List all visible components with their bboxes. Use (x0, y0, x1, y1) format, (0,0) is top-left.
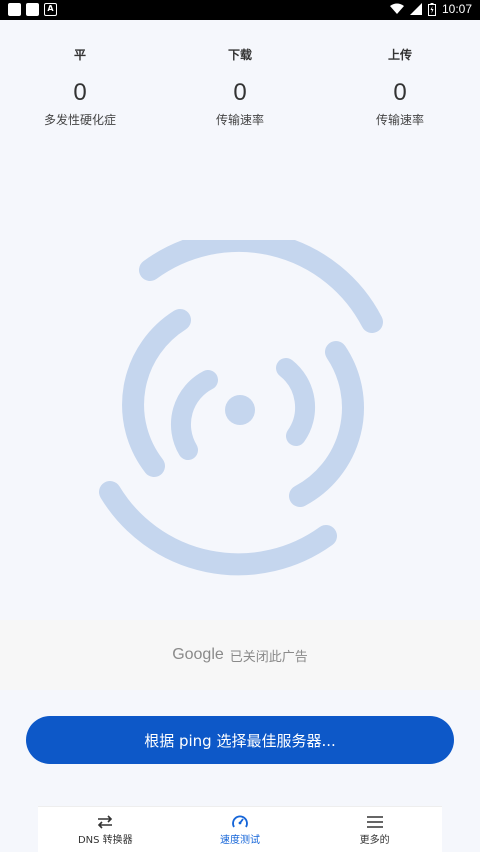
clock: 10:07 (441, 2, 472, 16)
speedometer-icon (232, 815, 248, 828)
a-icon: A (44, 3, 57, 16)
wifi-icon (389, 3, 404, 14)
signal-graphic (99, 240, 383, 576)
stat-value: 0 (233, 79, 247, 106)
signal-center-dot (225, 395, 255, 425)
ad-closed-text: 已关闭此广告 (229, 649, 308, 665)
bottom-navigation: DNS 转换器 速度测试 更多的 (38, 806, 442, 852)
nav-item-more[interactable]: 更多的 (307, 807, 442, 852)
nav-label: 速度测试 (220, 835, 260, 846)
menu-icon (366, 816, 383, 828)
battery-icon (427, 2, 436, 16)
notification-icons: A (8, 3, 57, 16)
select-best-server-button[interactable]: 根据 ping 选择最佳服务器... (26, 716, 454, 764)
notification-icon (8, 3, 21, 16)
stat-download: 下载 0 传输速率 (160, 20, 320, 160)
stat-title: 上传 (387, 48, 412, 62)
nav-label: DNS 转换器 (77, 835, 133, 846)
status-bar: A 10:07 (0, 0, 480, 20)
swap-icon (98, 815, 113, 829)
stat-subtitle: 传输速率 (375, 113, 424, 127)
signal-icon (409, 3, 422, 15)
stat-subtitle: 传输速率 (215, 113, 264, 127)
stat-title: 下载 (227, 48, 252, 62)
stat-ping: 平 0 多发性硬化症 (0, 20, 160, 160)
stats-panel: 平 0 多发性硬化症 下载 0 传输速率 上传 0 传输速率 (0, 20, 480, 160)
nav-item-dns-changer[interactable]: DNS 转换器 (38, 807, 173, 852)
google-logo: Google (172, 646, 224, 663)
stat-title: 平 (73, 48, 86, 62)
status-right: 10:07 (389, 2, 472, 16)
stat-upload: 上传 0 传输速率 (320, 20, 480, 160)
stat-value: 0 (73, 79, 87, 106)
notification-icon (26, 3, 39, 16)
stat-value: 0 (393, 79, 407, 106)
nav-label: 更多的 (359, 835, 390, 846)
nav-item-speed-test[interactable]: 速度测试 (173, 807, 308, 852)
stat-subtitle: 多发性硬化症 (43, 113, 116, 127)
ad-placeholder: Google 已关闭此广告 (0, 620, 480, 690)
